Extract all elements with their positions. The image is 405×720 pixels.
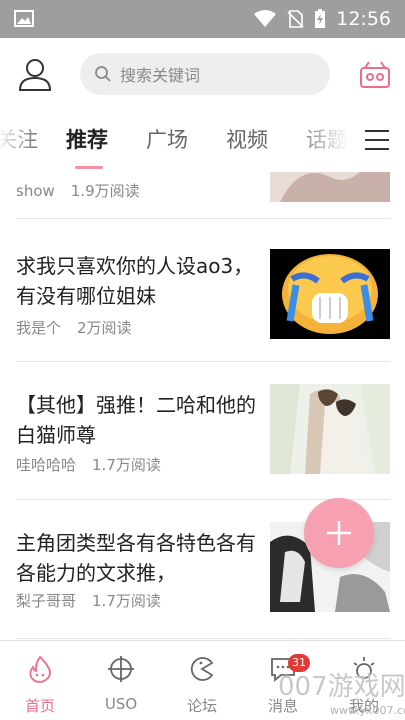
nav-uso[interactable]: USO	[91, 653, 151, 719]
post-author: 梨子哥哥	[16, 592, 77, 610]
nav-forum[interactable]: 论坛	[172, 653, 232, 719]
no-sim-icon	[287, 10, 304, 28]
post-thumbnail-crying-emoji	[270, 249, 390, 339]
post-item[interactable]: show 1.9万阅读	[0, 172, 405, 218]
search-icon	[95, 66, 111, 82]
flame-face-icon	[29, 655, 51, 683]
search-placeholder: 搜索关键词	[120, 66, 201, 85]
watermark-url: www.yx007.com	[330, 704, 405, 717]
post-author: 哇哈哈哈	[16, 456, 77, 474]
post-reads: 2万阅读	[77, 319, 132, 337]
nav-label: 首页	[24, 697, 55, 715]
pacman-icon	[190, 657, 214, 681]
post-reads: 1.7万阅读	[92, 592, 161, 610]
crosshair-icon	[108, 656, 134, 682]
post-title: 求我只喜欢你的人设ao3，有没有哪位姐妹	[16, 254, 254, 308]
tab-fade-right	[290, 110, 350, 172]
tab-recommended[interactable]: 推荐	[66, 124, 108, 154]
post-meta: 梨子哥哥 1.7万阅读	[16, 590, 161, 611]
tab-square[interactable]: 广场	[146, 124, 188, 154]
gallery-icon	[14, 10, 34, 27]
status-icons: 12:56	[254, 6, 391, 32]
search-bar[interactable]: 搜索关键词	[80, 53, 330, 95]
post-thumbnail	[270, 172, 390, 202]
app-screen: 12:56 搜索关键词 关注 推荐 广场 视频 话题	[0, 0, 405, 720]
divider	[16, 638, 390, 639]
user-profile-icon[interactable]	[16, 56, 54, 94]
post-title: 主角团类型各有各特色各有各能力的文求推，	[16, 531, 256, 585]
post-author: show	[16, 182, 55, 200]
top-header: 搜索关键词	[0, 38, 405, 110]
post-meta: 哇哈哈哈 1.7万阅读	[16, 454, 161, 475]
site-watermark: 007游戏网 www.yx007.com	[260, 666, 405, 720]
active-tab-indicator	[75, 166, 103, 169]
battery-charging-icon	[315, 9, 326, 28]
tabs-menu-button[interactable]	[365, 130, 389, 152]
post-reads: 1.7万阅读	[92, 456, 161, 474]
game-console-icon[interactable]	[359, 60, 391, 90]
post-item[interactable]: 【其他】强推！二哈和他的白猫师尊 哇哈哈哈 1.7万阅读	[0, 362, 405, 499]
post-reads: 1.9万阅读	[70, 182, 140, 200]
status-time: 12:56	[336, 8, 391, 30]
nav-label: 论坛	[186, 697, 217, 715]
nav-label: USO	[104, 695, 138, 713]
create-post-button[interactable]	[304, 498, 374, 568]
post-author: 我是个	[16, 319, 62, 337]
tab-video[interactable]: 视频	[226, 124, 268, 154]
watermark-text: 007游戏网	[278, 672, 405, 702]
post-meta: 我是个 2万阅读	[16, 317, 132, 338]
post-title: 【其他】强推！二哈和他的白猫师尊	[16, 393, 256, 447]
tab-fade-left	[0, 110, 40, 172]
status-bar: 12:56	[0, 0, 405, 38]
post-thumbnail-illustration	[270, 384, 390, 474]
nav-home[interactable]: 首页	[10, 653, 70, 719]
post-meta: show 1.9万阅读	[16, 180, 140, 201]
post-feed: show 1.9万阅读 求我只喜欢你的人设ao3，有没有哪位姐妹 我是个 2万阅读	[0, 172, 405, 640]
plus-icon	[327, 521, 351, 545]
post-item[interactable]: 求我只喜欢你的人设ao3，有没有哪位姐妹 我是个 2万阅读	[0, 219, 405, 359]
wifi-icon	[254, 10, 277, 27]
category-tabs: 关注 推荐 广场 视频 话题	[0, 110, 405, 172]
